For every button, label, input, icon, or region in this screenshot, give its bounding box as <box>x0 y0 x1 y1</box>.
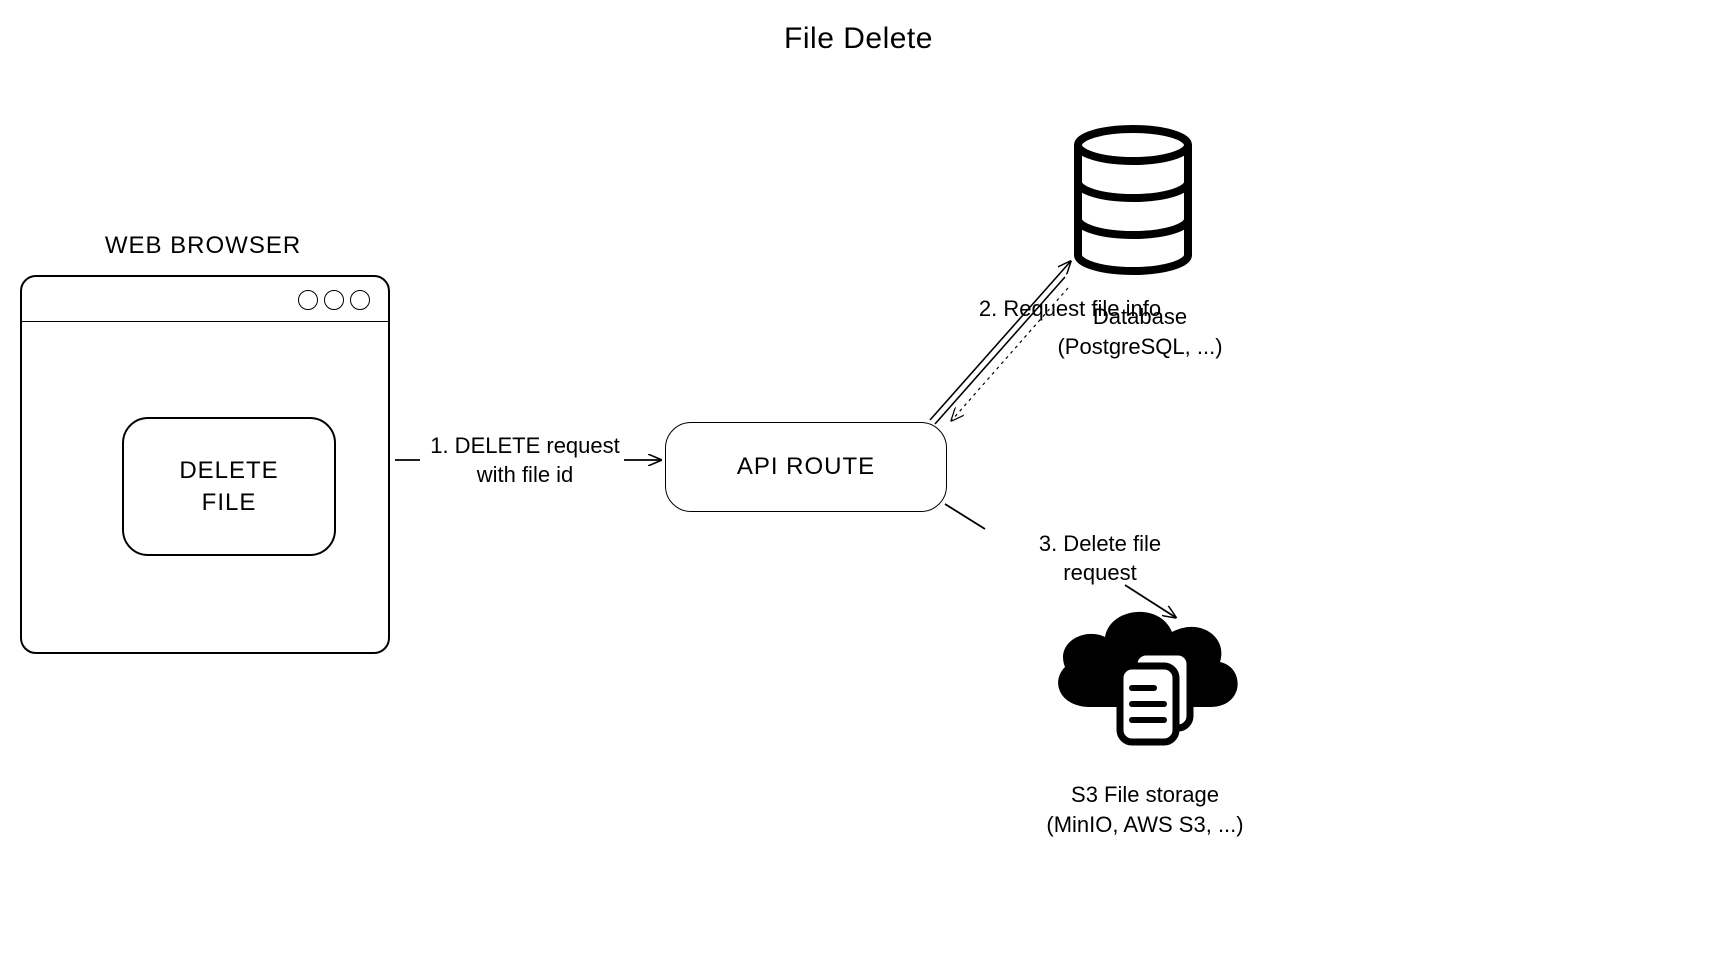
web-browser-window: DELETE FILE <box>20 275 390 654</box>
browser-topbar-divider <box>22 321 388 322</box>
cloud-storage-icon <box>1050 597 1240 747</box>
browser-window-controls-icon <box>298 290 370 310</box>
edge-3-line-start <box>945 504 985 529</box>
api-route-node: API ROUTE <box>665 422 947 512</box>
storage-label: S3 File storage (MinIO, AWS S3, ...) <box>1000 780 1290 839</box>
diagram-title: File Delete <box>0 22 1717 56</box>
edge-label-3: 3. Delete file request <box>990 530 1210 587</box>
database-icon <box>1072 125 1194 275</box>
edge-label-1: 1. DELETE request with file id <box>410 432 640 489</box>
browser-label: WEB BROWSER <box>20 232 386 260</box>
delete-file-button: DELETE FILE <box>122 417 336 556</box>
database-label: Database (PostgreSQL, ...) <box>1000 302 1280 361</box>
diagram-canvas: File Delete WEB BROWSER DELETE FILE API … <box>0 0 1717 956</box>
